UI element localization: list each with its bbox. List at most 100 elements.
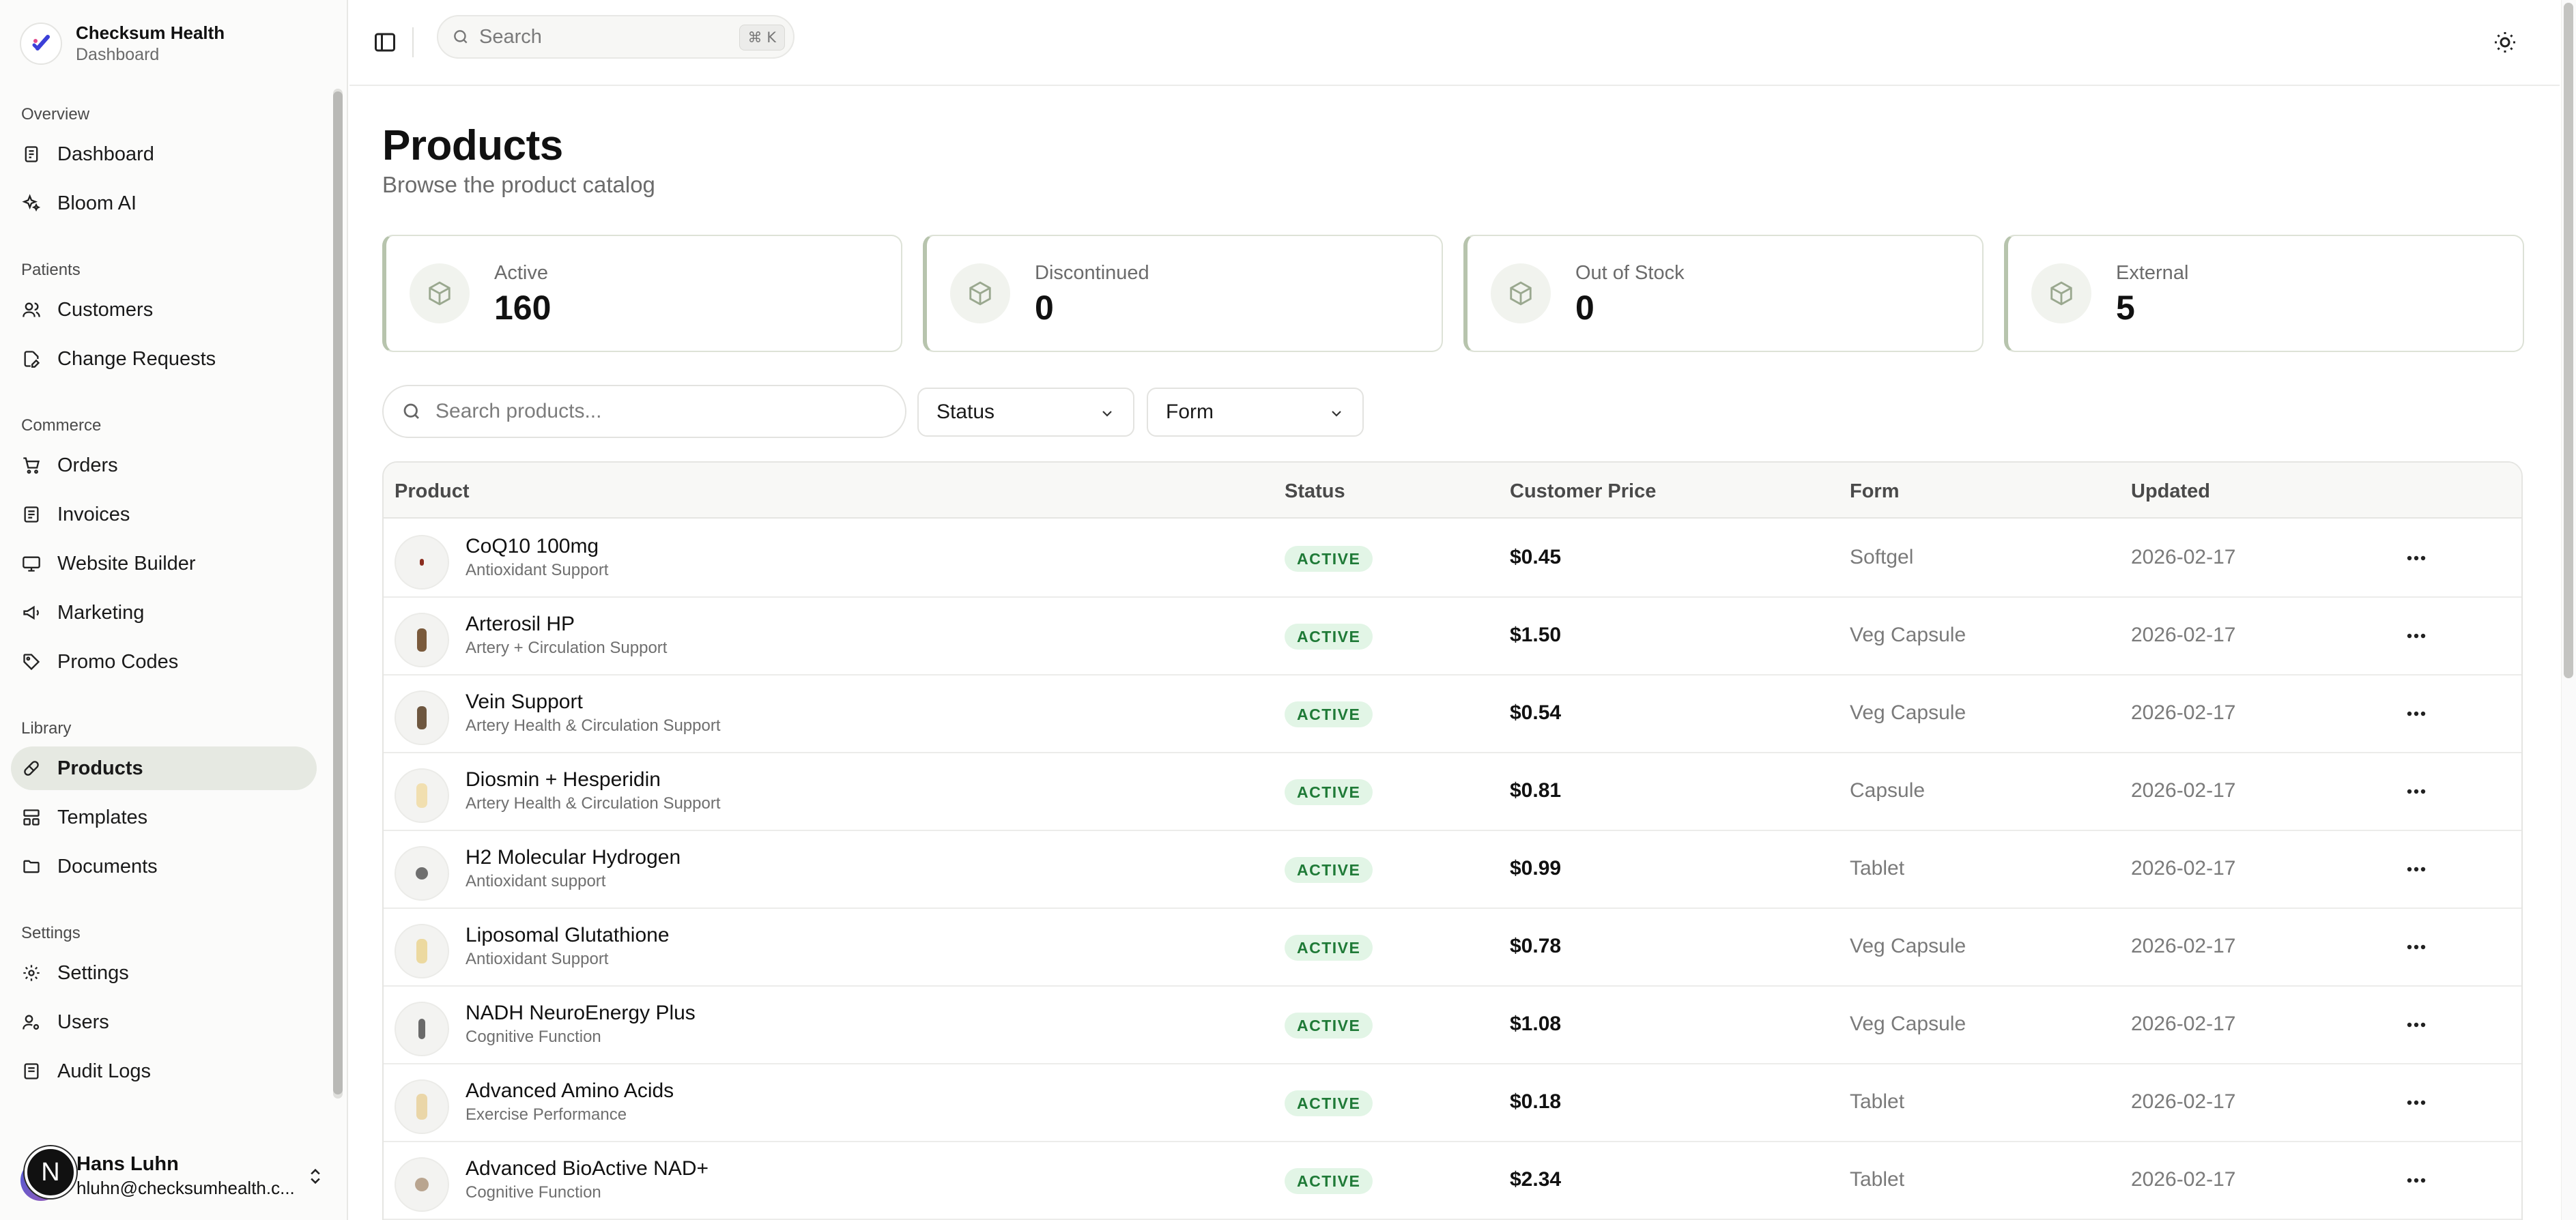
stat-card-out-of-stock: Out of Stock 0 <box>1463 235 1984 352</box>
row-actions-button[interactable] <box>2401 622 2431 650</box>
form-filter-select[interactable]: Form <box>1147 388 1364 437</box>
column-header-status[interactable]: Status <box>1285 480 1345 503</box>
table-row[interactable]: H2 Molecular Hydrogen Antioxidant support… <box>384 831 2521 909</box>
table-row[interactable]: Advanced Amino Acids Exercise Performance… <box>384 1064 2521 1142</box>
row-actions-button[interactable] <box>2401 778 2431 805</box>
avatar[interactable]: N <box>25 1146 76 1198</box>
sidebar-item-promo-codes[interactable]: Promo Codes <box>11 640 317 684</box>
product-name[interactable]: H2 Molecular Hydrogen <box>466 846 681 869</box>
divider <box>412 27 414 57</box>
sidebar-item-users[interactable]: Users <box>11 1000 317 1044</box>
product-category: Artery Health & Circulation Support <box>466 716 721 735</box>
product-name[interactable]: Liposomal Glutathione <box>466 924 670 947</box>
updated-date: 2026-02-17 <box>2131 624 2236 646</box>
sidebar-item-products[interactable]: Products <box>11 746 317 790</box>
updated-date: 2026-02-17 <box>2131 546 2236 568</box>
cart-icon <box>22 456 41 475</box>
sidebar-item-customers[interactable]: Customers <box>11 288 317 332</box>
sidebar-item-settings[interactable]: Settings <box>11 951 317 995</box>
customer-price: $2.34 <box>1510 1168 1562 1191</box>
product-name[interactable]: Advanced BioActive NAD+ <box>466 1157 709 1180</box>
table-row[interactable]: Vein Support Artery Health & Circulation … <box>384 676 2521 753</box>
table-row[interactable]: CoQ10 100mg Antioxidant Support ACTIVE $0.4… <box>384 520 2521 598</box>
sidebar-item-label: Settings <box>57 961 129 984</box>
product-thumbnail <box>395 1157 449 1212</box>
sidebar-nav: Overview Dashboard Bloom AI Patients Cus… <box>0 102 328 1139</box>
product-search-input[interactable]: Search products... <box>382 385 906 438</box>
sidebar-toggle-icon[interactable] <box>373 30 397 55</box>
updated-date: 2026-02-17 <box>2131 857 2236 880</box>
sidebar-item-label: Users <box>57 1011 109 1033</box>
table-row[interactable]: NADH NeuroEnergy Plus Cognitive Function A… <box>384 987 2521 1064</box>
status-badge: ACTIVE <box>1285 779 1373 805</box>
product-pill-image <box>420 559 424 566</box>
product-pill-image <box>416 939 427 963</box>
table-row[interactable]: Advanced BioActive NAD+ Cognitive Functio… <box>384 1142 2521 1220</box>
product-name[interactable]: Arterosil HP <box>466 613 575 636</box>
sidebar-item-bloom-ai[interactable]: Bloom AI <box>11 181 317 225</box>
row-actions-button[interactable] <box>2401 1089 2431 1116</box>
status-filter-label: Status <box>936 401 995 423</box>
product-thumbnail <box>395 924 449 978</box>
users-icon <box>22 300 41 319</box>
table-row[interactable]: Diosmin + Hesperidin Artery Health & Circ… <box>384 753 2521 831</box>
row-actions-button[interactable] <box>2401 933 2431 961</box>
product-form: Softgel <box>1850 546 1914 568</box>
column-header-customer-price[interactable]: Customer Price <box>1510 480 1656 503</box>
customer-price: $0.81 <box>1510 779 1562 802</box>
sidebar-item-change-requests[interactable]: Change Requests <box>11 337 317 381</box>
brand[interactable]: Checksum Health Dashboard <box>20 16 225 71</box>
sidebar-item-invoices[interactable]: Invoices <box>11 493 317 536</box>
row-actions-button[interactable] <box>2401 700 2431 727</box>
column-header-updated[interactable]: Updated <box>2131 480 2210 503</box>
search-icon <box>403 403 419 419</box>
sidebar-item-templates[interactable]: Templates <box>11 796 317 839</box>
more-horizontal-icon <box>2407 711 2426 716</box>
product-pill-image <box>417 706 427 729</box>
file-edit-icon <box>22 349 41 368</box>
product-name[interactable]: Vein Support <box>466 691 583 714</box>
chevrons-up-down-icon[interactable] <box>306 1164 325 1189</box>
sidebar-item-marketing[interactable]: Marketing <box>11 591 317 635</box>
product-name[interactable]: NADH NeuroEnergy Plus <box>466 1002 696 1025</box>
status-badge: ACTIVE <box>1285 857 1373 883</box>
updated-date: 2026-02-17 <box>2131 779 2236 802</box>
search-shortcut: ⌘ K <box>739 25 785 50</box>
stat-label: Active <box>494 262 548 284</box>
global-search-input[interactable]: Search ⌘ K <box>437 15 795 59</box>
table-row[interactable]: Arterosil HP Artery + Circulation Support… <box>384 598 2521 676</box>
tag-icon <box>22 652 41 671</box>
sidebar-item-orders[interactable]: Orders <box>11 444 317 487</box>
product-name[interactable]: Diosmin + Hesperidin <box>466 768 661 791</box>
row-actions-button[interactable] <box>2401 544 2431 572</box>
product-name[interactable]: CoQ10 100mg <box>466 535 599 558</box>
sidebar-item-dashboard[interactable]: Dashboard <box>11 132 317 176</box>
row-actions-button[interactable] <box>2401 1011 2431 1039</box>
customer-price: $0.18 <box>1510 1090 1562 1113</box>
sun-icon[interactable] <box>2493 30 2517 55</box>
column-header-product[interactable]: Product <box>395 480 470 503</box>
product-form: Tablet <box>1850 857 1905 880</box>
stat-value: 0 <box>1575 289 1594 327</box>
dashboard-icon <box>22 145 41 164</box>
customer-price: $1.50 <box>1510 624 1562 646</box>
row-actions-button[interactable] <box>2401 856 2431 883</box>
sidebar-item-label: Customers <box>57 298 154 321</box>
status-filter-select[interactable]: Status <box>917 388 1134 437</box>
more-horizontal-icon <box>2407 1022 2426 1028</box>
sidebar-scrollbar[interactable] <box>333 91 343 1094</box>
sidebar-item-website-builder[interactable]: Website Builder <box>11 542 317 585</box>
sidebar-item-label: Bloom AI <box>57 192 137 214</box>
table-header: Product Status Customer Price Form Updat… <box>384 463 2521 519</box>
more-horizontal-icon <box>2407 555 2426 561</box>
sidebar-item-documents[interactable]: Documents <box>11 845 317 888</box>
table-row[interactable]: Liposomal Glutathione Antioxidant Support… <box>384 909 2521 987</box>
column-header-form[interactable]: Form <box>1850 480 1900 503</box>
sidebar-item-audit-logs[interactable]: Audit Logs <box>11 1049 317 1093</box>
product-category: Cognitive Function <box>466 1183 601 1202</box>
row-actions-button[interactable] <box>2401 1167 2431 1194</box>
product-form: Capsule <box>1850 779 1926 802</box>
page-scrollbar[interactable] <box>2564 3 2573 678</box>
product-name[interactable]: Advanced Amino Acids <box>466 1079 674 1103</box>
status-badge: ACTIVE <box>1285 546 1373 572</box>
